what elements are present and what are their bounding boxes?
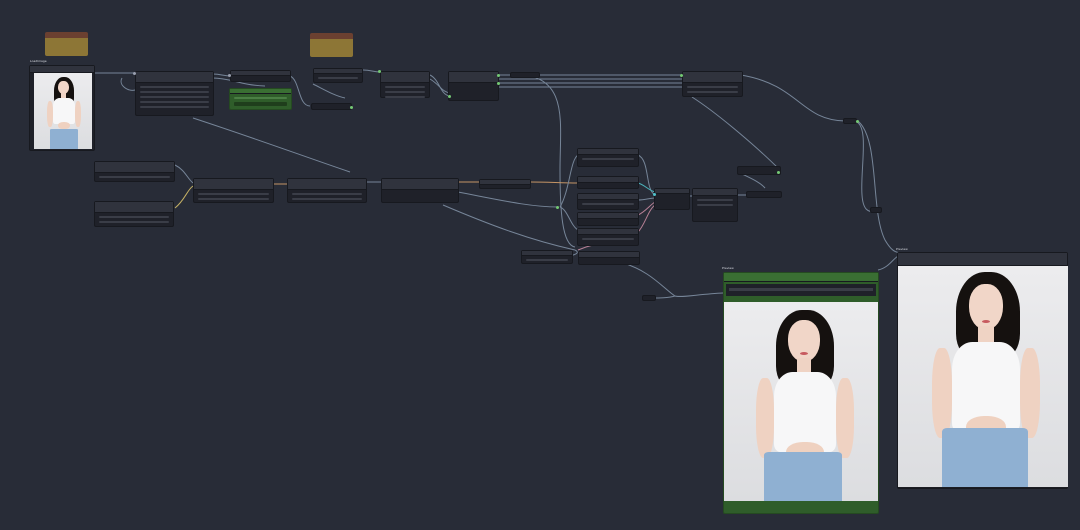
connection-dot[interactable] <box>653 193 656 196</box>
node[interactable] <box>510 72 540 78</box>
link <box>559 206 579 231</box>
connection-dot[interactable] <box>497 74 500 77</box>
node[interactable] <box>448 71 499 101</box>
node[interactable] <box>577 176 639 189</box>
link <box>877 255 899 271</box>
photo-thumbnail <box>34 73 92 149</box>
node[interactable] <box>311 103 352 110</box>
link <box>619 261 724 298</box>
reroute-node[interactable] <box>843 118 857 124</box>
link <box>457 191 559 208</box>
node[interactable] <box>737 166 781 175</box>
node[interactable] <box>577 212 639 226</box>
node[interactable] <box>577 148 639 167</box>
connection-dot[interactable] <box>680 74 683 77</box>
connection-dot[interactable] <box>350 106 353 109</box>
link <box>637 154 656 196</box>
link <box>174 185 194 209</box>
link <box>312 83 346 99</box>
node[interactable] <box>682 71 743 97</box>
node[interactable] <box>692 188 738 222</box>
node-title: LoadImage <box>30 59 47 63</box>
node[interactable] <box>577 193 639 210</box>
node[interactable] <box>746 191 782 198</box>
link <box>637 197 656 201</box>
link <box>857 120 901 254</box>
connection-dot[interactable] <box>228 74 231 77</box>
link <box>854 120 876 213</box>
node[interactable] <box>94 201 174 227</box>
link <box>174 164 194 184</box>
node[interactable] <box>381 178 459 203</box>
link <box>691 96 781 171</box>
reroute-node[interactable] <box>870 207 882 213</box>
connection-dot[interactable] <box>497 82 500 85</box>
photo-preview <box>724 302 878 501</box>
link <box>289 75 311 107</box>
node[interactable] <box>287 178 367 203</box>
node-title: Preview <box>722 266 734 270</box>
link <box>120 77 136 91</box>
link <box>637 201 656 216</box>
node[interactable] <box>313 68 363 83</box>
link <box>511 73 576 248</box>
node-graph-canvas[interactable]: LoadImage Preview Preview <box>0 0 1080 530</box>
node[interactable] <box>654 188 690 210</box>
node[interactable] <box>380 71 430 98</box>
node-footer <box>724 502 878 512</box>
node[interactable] <box>577 228 639 246</box>
node-title: Preview <box>896 247 908 251</box>
node[interactable] <box>135 71 214 116</box>
node[interactable] <box>578 251 640 265</box>
node[interactable] <box>230 70 291 82</box>
node[interactable] <box>193 178 274 203</box>
node[interactable] <box>521 250 573 264</box>
node[interactable] <box>479 179 531 189</box>
note-node[interactable] <box>310 33 353 57</box>
reroute-node[interactable] <box>642 295 656 301</box>
link <box>637 182 656 193</box>
link <box>429 74 451 97</box>
connection-dot[interactable] <box>777 171 780 174</box>
connection-dot[interactable] <box>556 206 559 209</box>
node[interactable] <box>94 161 175 182</box>
node[interactable] <box>229 88 292 110</box>
photo-preview <box>898 266 1068 487</box>
connection-dot[interactable] <box>378 70 381 73</box>
connection-dot[interactable] <box>856 120 859 123</box>
link <box>442 204 576 251</box>
node-widget[interactable] <box>726 284 876 296</box>
connection-dot[interactable] <box>448 95 451 98</box>
link <box>740 74 846 122</box>
note-node[interactable] <box>45 32 88 56</box>
connection-dot[interactable] <box>133 72 136 75</box>
link <box>529 181 579 184</box>
link <box>559 154 579 208</box>
link <box>192 117 351 173</box>
